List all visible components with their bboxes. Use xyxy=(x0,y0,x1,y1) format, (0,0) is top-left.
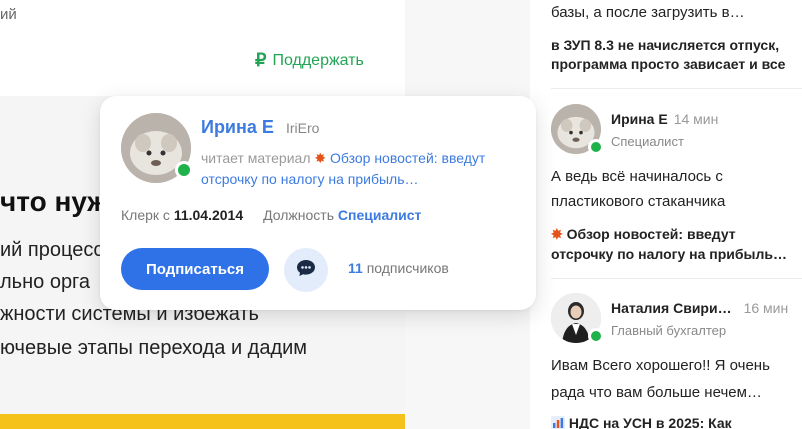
member-since: Клерк с 11.04.2014 xyxy=(121,207,243,223)
comments-feed: базы, а после загрузить в… в ЗУП 8.3 не … xyxy=(530,0,802,429)
position-label: Должность xyxy=(263,207,334,223)
online-status-icon xyxy=(588,328,604,344)
comment-author-role: Главный бухгалтер xyxy=(611,323,727,338)
comment-author[interactable]: Наталия Свири… 16 мин xyxy=(611,300,788,316)
position-value: Специалист xyxy=(337,207,422,223)
comment-text: рада что вам больше нечем… xyxy=(551,384,762,401)
author-popover: Ирина Е IriEro читает материал ✸ Обзор н… xyxy=(100,96,536,310)
subscribers-number: 11 xyxy=(348,260,363,276)
comment-author-name: Наталия Свири… xyxy=(611,300,732,316)
comment-article-title[interactable]: отсрочку по налогу на прибыль… xyxy=(551,244,787,264)
feed-divider xyxy=(551,278,802,279)
bar-chart-icon xyxy=(551,415,565,429)
banner-strip xyxy=(0,414,405,429)
avatar[interactable] xyxy=(551,104,604,155)
comment-article-link[interactable]: НДС на УСН в 2025: Как xyxy=(551,413,732,429)
support-label: Поддержать xyxy=(272,51,364,69)
article-paragraph-line: льно орга xyxy=(0,271,91,293)
burst-icon: ✸ xyxy=(314,150,327,166)
author-position: Должность Специалист xyxy=(263,207,421,223)
avatar[interactable] xyxy=(551,293,604,344)
author-nickname: IriEro xyxy=(286,120,320,136)
support-button[interactable]: ₽ Поддержать xyxy=(255,50,364,71)
article-text-fragment: ий xyxy=(0,6,17,23)
thread-title[interactable]: программа просто зависает и все xyxy=(551,56,785,72)
author-meta: Клерк с 11.04.2014 Должность Специалист xyxy=(121,207,421,223)
online-status-icon xyxy=(588,139,604,155)
feed-divider xyxy=(551,88,802,89)
subscribers-label: подписчиков xyxy=(366,260,449,276)
avatar[interactable] xyxy=(121,113,193,183)
comment-text: А ведь всё начиналось с xyxy=(551,168,723,185)
subscribers-count[interactable]: 11 подписчиков xyxy=(348,260,449,276)
comment-text: Ивам Всего хорошего!! Я очень xyxy=(551,357,770,374)
article-heading: что нуж xyxy=(0,186,108,217)
subscribe-button[interactable]: Подписаться xyxy=(121,248,269,290)
article-paragraph-line: ючевые этапы перехода и дадим xyxy=(0,337,308,359)
article-paragraph-line: ий процесс xyxy=(0,239,104,261)
member-since-label: Клерк с xyxy=(121,207,170,223)
comment-author-role: Специалист xyxy=(611,134,684,149)
comment-time: 14 мин xyxy=(673,111,719,127)
member-since-date: 11.04.2014 xyxy=(173,207,244,223)
comment-author[interactable]: Ирина Е 14 мин xyxy=(611,111,718,127)
comment-article-title: Обзор новостей: введут xyxy=(566,226,736,242)
online-status-icon xyxy=(175,161,193,179)
comment-text: пластикового стаканчика xyxy=(551,193,726,210)
author-name[interactable]: Ирина Е xyxy=(201,117,274,138)
comment-time: 16 мин xyxy=(743,300,789,316)
message-button[interactable] xyxy=(284,248,328,292)
burst-icon: ✸ xyxy=(551,226,563,242)
comment-article-title: НДС на УСН в 2025: Как xyxy=(568,415,732,429)
thread-title[interactable]: в ЗУП 8.3 не начисляется отпуск, xyxy=(551,37,779,53)
comment-article-link[interactable]: ✸ Обзор новостей: введут xyxy=(551,224,736,244)
ruble-icon: ₽ xyxy=(255,50,267,70)
reading-label: читает материал xyxy=(201,150,311,166)
chat-bubble-icon xyxy=(296,259,316,282)
comment-author-name: Ирина Е xyxy=(611,111,668,127)
feed-text-fragment: базы, а после загрузить в… xyxy=(551,4,745,21)
reading-status: читает материал ✸ Обзор новостей: введут… xyxy=(201,148,521,190)
